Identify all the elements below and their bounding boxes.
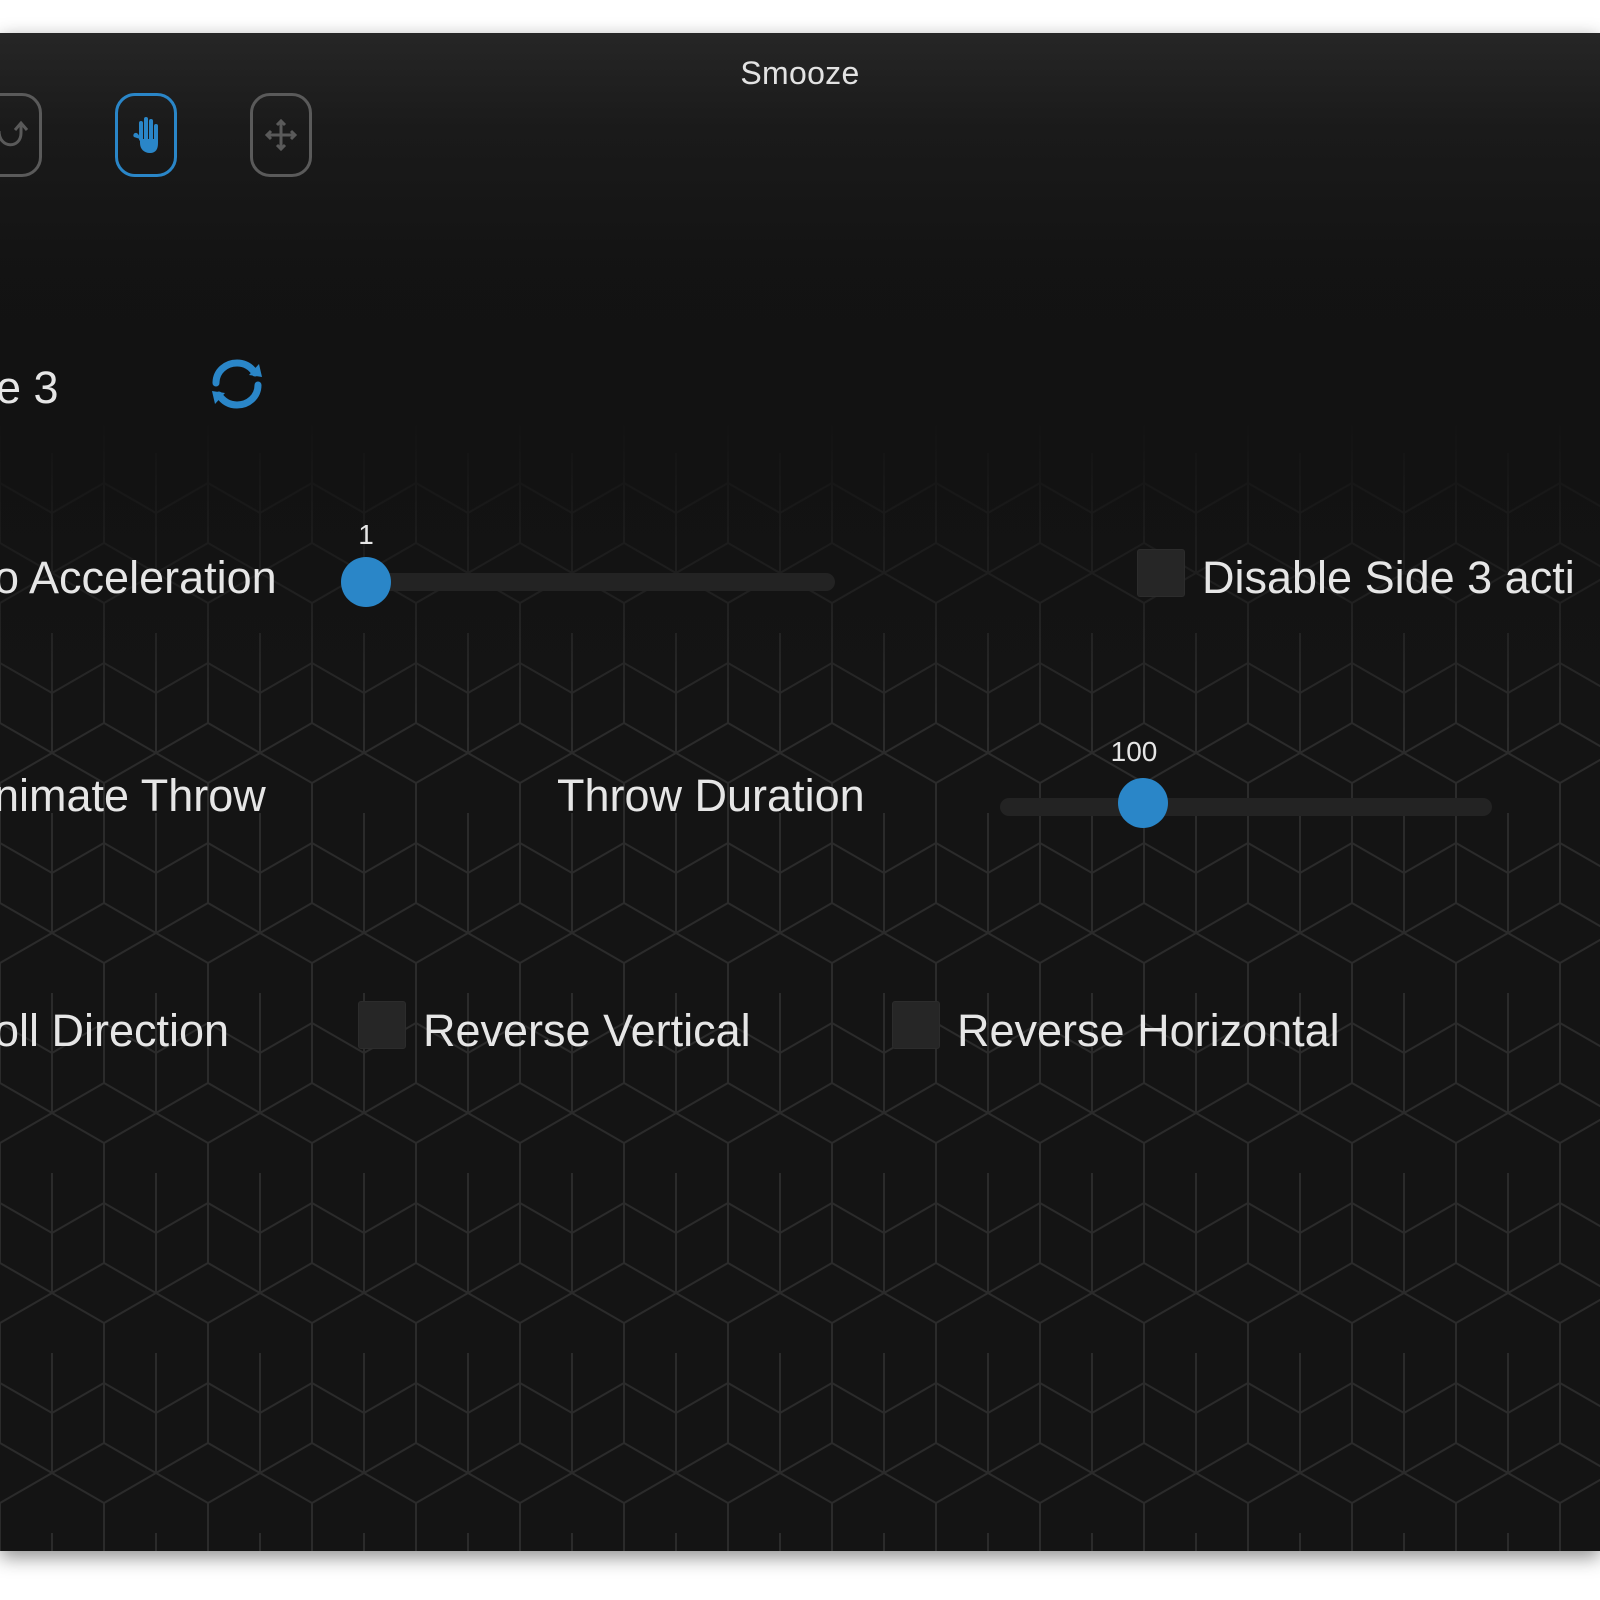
disable-side-3-checkbox[interactable]: [1137, 549, 1185, 597]
toolbar-button-move[interactable]: [250, 93, 312, 177]
throw-duration-slider-thumb[interactable]: [1117, 778, 1168, 828]
acceleration-slider-track[interactable]: [345, 573, 835, 591]
animate-throw-label: nimate Throw: [0, 770, 266, 821]
reverse-horizontal-label: Reverse Horizontal: [957, 1005, 1340, 1056]
settings-panel: e 3 o Acceleration 1 Disable Side 3 acti…: [0, 33, 1600, 1551]
move-arrows-icon: [264, 118, 298, 152]
disable-side-3-label: Disable Side 3 acti: [1202, 552, 1575, 603]
smooze-window: Smooze e 3 o Acceleration 1 Disable Side…: [0, 33, 1600, 1551]
undo-arrow-icon: [0, 120, 29, 147]
toolbar-button-grab[interactable]: [115, 93, 177, 177]
acceleration-slider-thumb[interactable]: [341, 557, 391, 607]
acceleration-label: o Acceleration: [0, 552, 277, 603]
throw-duration-label: Throw Duration: [557, 770, 865, 821]
throw-duration-value: 100: [1110, 736, 1158, 767]
refresh-icon[interactable]: [206, 353, 268, 415]
reverse-horizontal-checkbox[interactable]: [892, 1001, 940, 1049]
acceleration-value: 1: [358, 519, 374, 550]
reverse-vertical-checkbox[interactable]: [358, 1001, 406, 1049]
profile-name: e 3: [0, 362, 59, 413]
throw-duration-slider-track[interactable]: [1000, 798, 1492, 816]
toolbar-button-undo[interactable]: [0, 93, 42, 177]
hand-icon: [133, 117, 158, 153]
reverse-vertical-label: Reverse Vertical: [423, 1005, 751, 1056]
scroll-direction-label: oll Direction: [0, 1005, 230, 1056]
